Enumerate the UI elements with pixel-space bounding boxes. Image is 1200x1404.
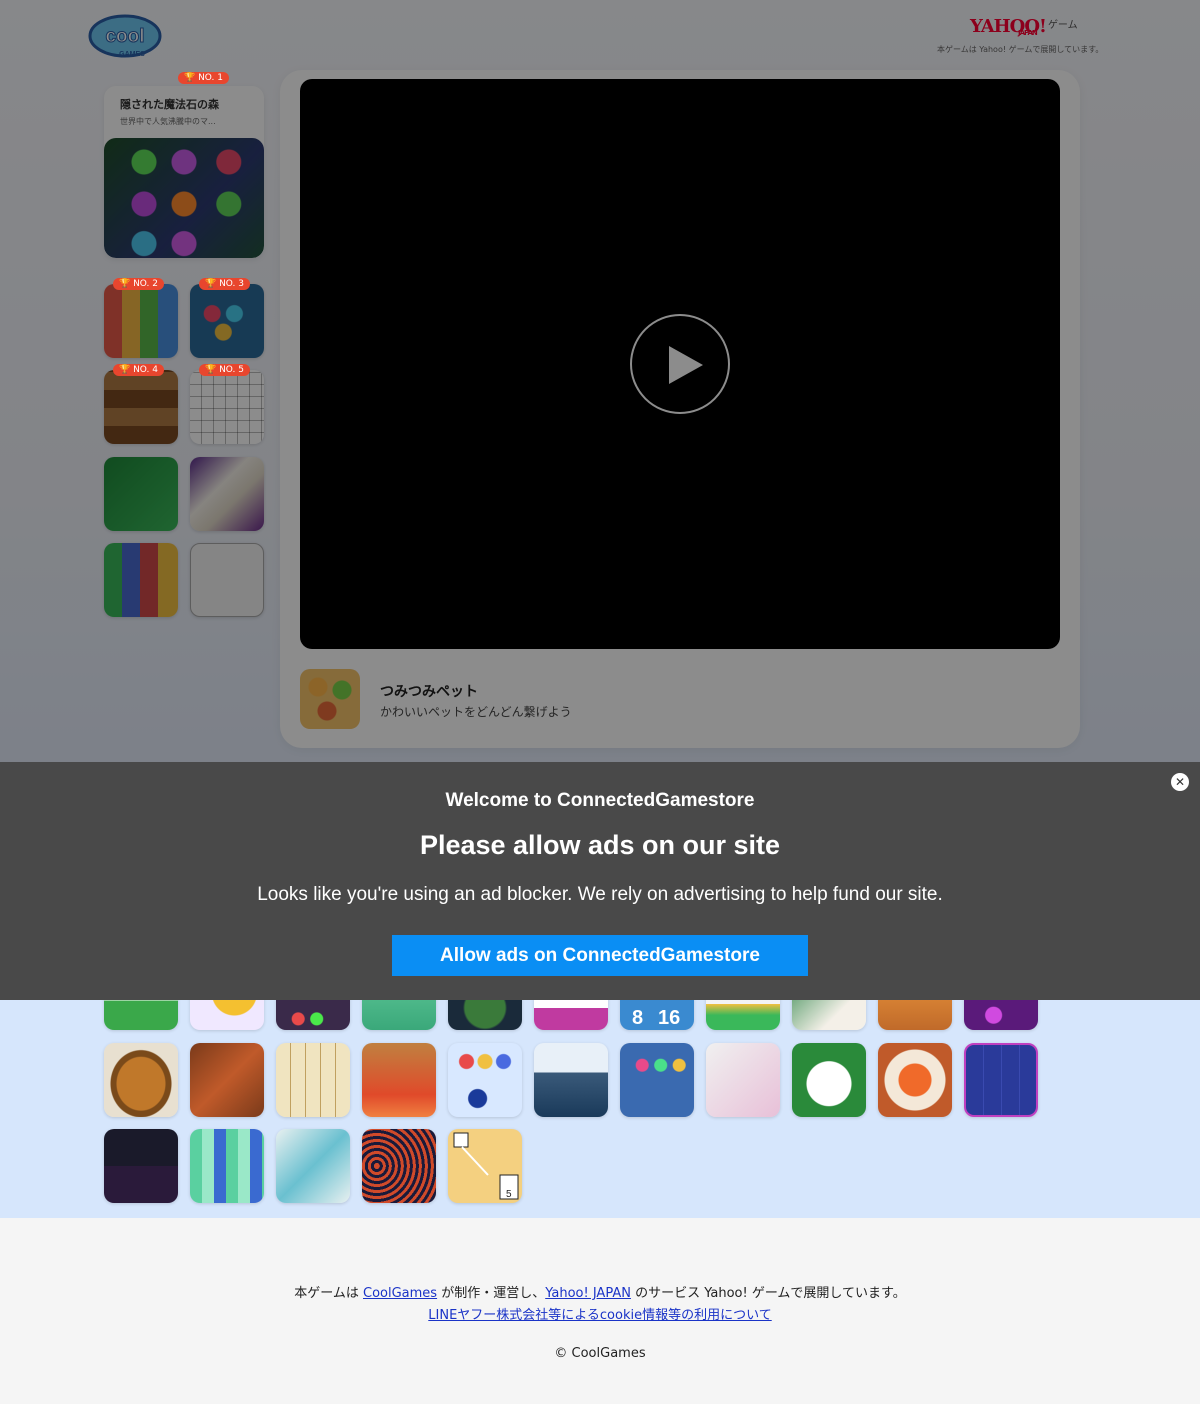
grid-game-tile[interactable] bbox=[878, 1043, 952, 1117]
grid-game-tile[interactable] bbox=[190, 1000, 264, 1030]
banner-headline: Please allow ads on our site bbox=[419, 830, 781, 860]
grid-game-tile[interactable] bbox=[104, 1129, 178, 1203]
footer-credit: 本ゲームは CoolGames が制作・運営し、Yahoo! JAPAN のサー… bbox=[0, 1282, 1200, 1301]
grid-game-tile[interactable] bbox=[878, 1000, 952, 1030]
grid-game-tile[interactable] bbox=[362, 1000, 436, 1030]
rank-badge-5: 🏆 NO. 5 bbox=[199, 364, 250, 376]
svg-text:16: 16 bbox=[658, 1007, 680, 1029]
grid-game-tile[interactable] bbox=[706, 1043, 780, 1117]
grid-game-tile[interactable] bbox=[534, 1043, 608, 1117]
grid-game-tile[interactable] bbox=[276, 1043, 350, 1117]
svg-text:8: 8 bbox=[632, 1007, 643, 1029]
footer-middle: が制作・運営し、 bbox=[437, 1286, 546, 1301]
rank-badge-1: 🏆 NO. 1 bbox=[178, 72, 229, 84]
allow-ads-button[interactable]: Allow ads on ConnectedGamestore bbox=[392, 935, 808, 976]
svg-text:5: 5 bbox=[506, 1189, 512, 1200]
grid-game-tile[interactable] bbox=[190, 1043, 264, 1117]
banner-message: Looks like you're using an ad blocker. W… bbox=[257, 884, 943, 905]
grid-game-tile[interactable] bbox=[276, 1129, 350, 1203]
rank-badge-3: 🏆 NO. 3 bbox=[199, 278, 250, 290]
yahoo-japan-link[interactable]: Yahoo! JAPAN bbox=[545, 1286, 631, 1301]
rank-badge-4: 🏆 NO. 4 bbox=[113, 364, 164, 376]
grid-game-tile[interactable] bbox=[104, 1043, 178, 1117]
grid-game-tile[interactable] bbox=[104, 1000, 178, 1030]
cookie-policy-link[interactable]: LINEヤフー株式会社等によるcookie情報等の利用について bbox=[428, 1308, 771, 1323]
grid-game-tile[interactable] bbox=[792, 1000, 866, 1030]
games-grid: 8 16 5 bbox=[0, 1000, 1200, 1218]
grid-game-tile[interactable] bbox=[362, 1129, 436, 1203]
rank-badge-2: 🏆 NO. 2 bbox=[113, 278, 164, 290]
footer-cookie: LINEヤフー株式会社等によるcookie情報等の利用について bbox=[0, 1304, 1200, 1323]
grid-game-tile[interactable] bbox=[792, 1043, 866, 1117]
adblock-banner: Welcome to ConnectedGamestore Please all… bbox=[0, 762, 1200, 1000]
grid-game-tile[interactable] bbox=[706, 1000, 780, 1030]
grid-game-tile[interactable] bbox=[964, 1000, 1038, 1030]
close-icon[interactable]: ✕ bbox=[1171, 773, 1189, 791]
copyright: © CoolGames bbox=[554, 1346, 646, 1361]
banner-welcome: Welcome to ConnectedGamestore bbox=[445, 790, 755, 811]
footer-prefix: 本ゲームは bbox=[294, 1286, 363, 1301]
grid-game-tile[interactable] bbox=[362, 1043, 436, 1117]
grid-game-tile[interactable] bbox=[448, 1000, 522, 1030]
grid-game-tile[interactable] bbox=[276, 1000, 350, 1030]
footer-suffix: のサービス Yahoo! ゲームで展開しています。 bbox=[630, 1286, 906, 1301]
grid-game-tile[interactable] bbox=[620, 1043, 694, 1117]
footer: 本ゲームは CoolGames が制作・運営し、Yahoo! JAPAN のサー… bbox=[0, 1218, 1200, 1404]
top-section: cool GAMES YAHOO! ゲーム JAPAN 本ゲームは Yahoo! … bbox=[0, 0, 1200, 1000]
grid-game-tile[interactable] bbox=[448, 1043, 522, 1117]
grid-game-tile[interactable]: 5 bbox=[448, 1129, 522, 1203]
grid-game-tile[interactable]: 8 16 bbox=[620, 1000, 694, 1030]
grid-game-tile[interactable] bbox=[190, 1129, 264, 1203]
coolgames-link[interactable]: CoolGames bbox=[363, 1286, 437, 1301]
grid-game-tile[interactable] bbox=[964, 1043, 1038, 1117]
grid-game-tile[interactable] bbox=[534, 1000, 608, 1030]
